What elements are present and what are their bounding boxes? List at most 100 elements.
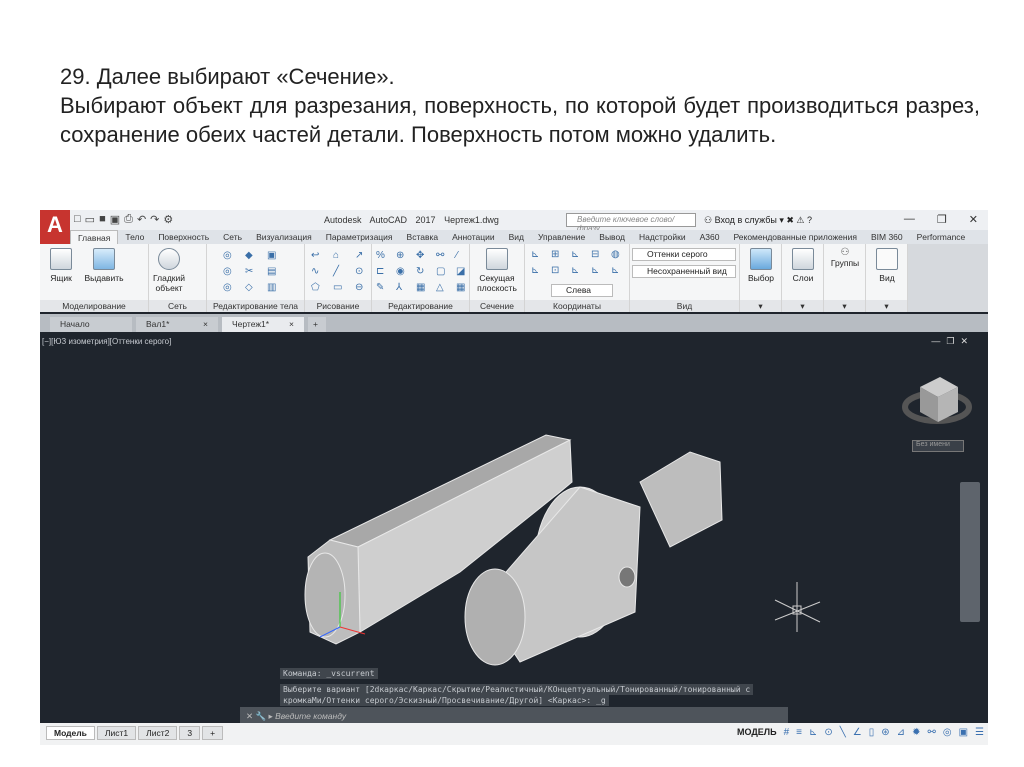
login-button[interactable]: ⚇ Вход в службы ▾ ✖ ⚠ ? xyxy=(704,215,812,226)
tab-bim360[interactable]: BIM 360 xyxy=(864,232,910,242)
tab-mesh[interactable]: Сеть xyxy=(216,232,249,242)
snap-icon[interactable]: ≡ xyxy=(796,727,802,738)
selection-button[interactable]: Выбор xyxy=(742,248,780,283)
layout-tab-sheet2[interactable]: Лист2 xyxy=(138,726,178,740)
layout-tab-model[interactable]: Модель xyxy=(46,726,95,740)
osnap-icon[interactable]: ╲ xyxy=(840,727,846,738)
doc-tab-label: Начало xyxy=(60,319,90,329)
panel-label[interactable]: Вид xyxy=(630,300,739,312)
panel-expander[interactable]: ▾ xyxy=(740,300,781,312)
saveas-icon[interactable]: ▣ xyxy=(110,213,120,226)
fullscreen-icon[interactable]: ▣ xyxy=(959,727,968,738)
groups-icon: ⚇ xyxy=(840,247,850,258)
ortho-icon[interactable]: ⊾ xyxy=(809,727,817,738)
modify-tools[interactable]: % ⊕ ✥ ⚯ ⁄ ⊏ ◉ ↻ ▢ ◪ ✎ ⅄ ▦ △ ▦ xyxy=(376,250,470,293)
extrude-icon xyxy=(93,248,115,270)
undo-icon[interactable]: ↶ xyxy=(137,213,146,226)
groups-button[interactable]: ⚇ Группы xyxy=(826,247,864,269)
box-button[interactable]: Ящик xyxy=(46,248,76,283)
new-tab-button[interactable]: + xyxy=(308,317,326,332)
open-icon[interactable]: ▭ xyxy=(85,213,95,226)
customize-icon[interactable]: 🔧 xyxy=(256,711,267,721)
command-input[interactable]: Введите команду xyxy=(275,711,346,721)
doc-tab-val1[interactable]: Вал1* × xyxy=(136,317,218,332)
angle-icon[interactable]: ∠ xyxy=(853,727,862,738)
draw-tools[interactable]: ↩ ⌂ ↗ ∿ ╱ ⊙ ⬠ ▭ ⊖ xyxy=(311,250,371,293)
tab-addins[interactable]: Надстройки xyxy=(632,232,693,242)
layout-tab-sheet1[interactable]: Лист1 xyxy=(96,726,137,740)
workspace-icon[interactable]: ⚙ xyxy=(163,213,173,226)
panel-expander[interactable]: ▾ xyxy=(824,300,865,312)
close-icon[interactable]: × xyxy=(289,317,294,332)
panel-label[interactable]: Редактирование xyxy=(372,300,469,312)
doc-tab-start[interactable]: Начало xyxy=(50,317,132,332)
named-view-select[interactable]: Несохраненный вид xyxy=(632,265,736,278)
visual-style-select[interactable]: Оттенки серого xyxy=(632,248,736,261)
print-icon[interactable]: ⎙ xyxy=(124,213,133,226)
ucs-icon[interactable]: ▯ xyxy=(869,727,875,738)
drawing-viewport[interactable]: [−][ЮЗ изометрия][Оттенки серого] —❐✕ Бе… xyxy=(40,332,988,722)
viewcube[interactable] xyxy=(902,377,972,424)
panel-label[interactable]: Координаты xyxy=(525,300,629,312)
smooth-object-button[interactable]: Гладкий объект xyxy=(151,248,187,293)
layout-tab-3[interactable]: 3 xyxy=(179,726,201,740)
tab-performance[interactable]: Performance xyxy=(910,232,973,242)
tab-insert[interactable]: Вставка xyxy=(400,232,446,242)
restore-icon[interactable]: ❐ xyxy=(937,213,947,226)
menu-icon[interactable]: ☰ xyxy=(975,727,984,738)
doc-tab-drawing1[interactable]: Чертеж1* × xyxy=(222,317,304,332)
tab-surface[interactable]: Поверхность xyxy=(151,232,216,242)
panel-label[interactable]: Редактирование тела xyxy=(207,300,304,312)
close-icon[interactable]: ✕ xyxy=(969,213,978,226)
named-ucs-select[interactable]: Без имени xyxy=(912,440,964,452)
tab-manage[interactable]: Управление xyxy=(531,232,592,242)
new-icon[interactable]: □ xyxy=(74,213,81,226)
search-input[interactable]: Введите ключевое слово/фразу xyxy=(566,213,696,233)
panel-label[interactable]: Моделирование xyxy=(40,300,148,312)
panel-label[interactable]: Сеть xyxy=(149,300,206,312)
tab-solid[interactable]: Тело xyxy=(118,232,151,242)
minimize-icon[interactable]: — xyxy=(904,213,915,226)
tab-parametric[interactable]: Параметризация xyxy=(319,232,400,242)
view-button[interactable]: Вид xyxy=(868,248,906,283)
panel-label[interactable]: Сечение xyxy=(470,300,524,312)
model-space-toggle[interactable]: МОДЕЛЬ xyxy=(737,727,777,738)
close-icon[interactable]: ✕ xyxy=(246,711,253,721)
isolate-icon[interactable]: ◎ xyxy=(943,727,952,738)
section-plane-button[interactable]: Секущая плоскость xyxy=(472,248,522,293)
tab-a360[interactable]: A360 xyxy=(693,232,727,242)
dynucs-icon[interactable]: ⊿ xyxy=(897,727,905,738)
view-direction-select[interactable]: Слева xyxy=(551,284,613,297)
solid-edit-tools[interactable]: ◎ ◆ ▣ ◎ ✂ ▤ ◎ ◇ ▥ xyxy=(223,250,283,293)
tab-annotate[interactable]: Аннотации xyxy=(445,232,502,242)
navigation-bar[interactable] xyxy=(960,482,980,622)
ucs-tools[interactable]: ⊾ ⊞ ⊾ ⊟ ◍ ⊾ ⊡ ⊾ ⊾ ⊾ xyxy=(531,249,625,276)
section-plane-label: Секущая плоскость xyxy=(477,273,517,293)
save-icon[interactable]: ■ xyxy=(99,213,106,226)
command-history-line: кромкаМи/Оттенки серого/Эскизный/Просвеч… xyxy=(280,695,609,706)
grid-icon[interactable]: # xyxy=(784,727,790,738)
tab-output[interactable]: Вывод xyxy=(592,232,632,242)
polar-icon[interactable]: ⊙ xyxy=(824,727,832,738)
title-bar: A □ ▭ ■ ▣ ⎙ ↶ ↷ ⚙ Autodesk AutoCAD 2017 Чертеж1… xyxy=(40,210,988,244)
close-icon[interactable]: × xyxy=(203,317,208,332)
layers-button[interactable]: Слои xyxy=(784,248,822,283)
panel-groups: ⚇ Группы ▾ xyxy=(824,244,866,312)
tab-visualize[interactable]: Визуализация xyxy=(249,232,319,242)
redo-icon[interactable]: ↷ xyxy=(150,213,159,226)
tab-home[interactable]: Главная xyxy=(70,230,119,244)
tab-featured-apps[interactable]: Рекомендованные приложения xyxy=(726,232,863,242)
extrude-button[interactable]: Выдавить xyxy=(82,248,126,283)
workspace-icon[interactable]: ⚯ xyxy=(927,727,935,738)
tab-view[interactable]: Вид xyxy=(502,232,531,242)
settings-icon[interactable]: ✹ xyxy=(912,727,920,738)
panel-expander[interactable]: ▾ xyxy=(866,300,907,312)
app-title: Autodesk AutoCAD 2017 xyxy=(324,215,436,225)
layers-icon xyxy=(792,248,814,270)
panel-label[interactable]: Рисование xyxy=(305,300,371,312)
add-layout-button[interactable]: + xyxy=(202,726,224,740)
3dosnap-icon[interactable]: ⊛ xyxy=(881,727,889,738)
selection-label: Выбор xyxy=(747,273,775,283)
panel-expander[interactable]: ▾ xyxy=(782,300,823,312)
app-menu-button[interactable]: A xyxy=(40,210,70,244)
